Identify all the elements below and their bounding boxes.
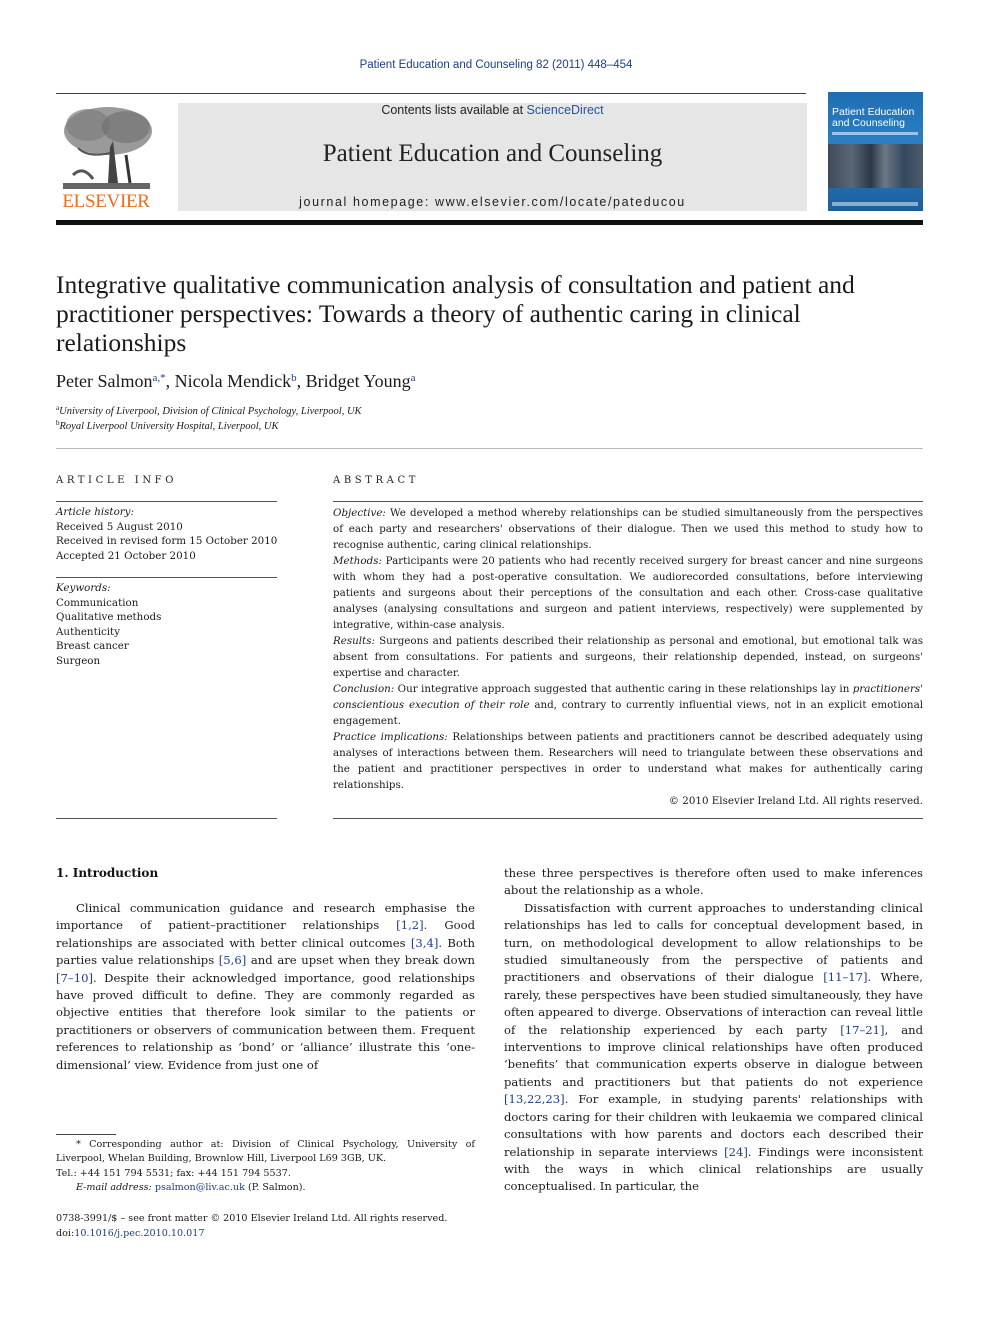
email-label: E-mail address: [76,1182,155,1194]
body-text: . Despite their acknowledged importance,… [56,970,475,1072]
history-item: Received 5 August 2010 [56,520,183,533]
article-title: Integrative qualitative communication an… [56,270,855,357]
divider [333,501,923,502]
citation-link[interactable]: [11–17] [823,970,867,984]
elsevier-logo[interactable]: ELSEVIER [56,103,156,213]
body-text: and are upset when they break down [246,953,475,968]
contents-line: Contents lists available at ScienceDirec… [178,103,807,117]
elsevier-wordmark: ELSEVIER [62,191,150,212]
citation-link[interactable]: [1,2] [396,918,423,932]
email-suffix: (P. Salmon). [244,1182,306,1194]
abstract-copyright: © 2010 Elsevier Ireland Ltd. All rights … [668,795,923,807]
keyword: Breast cancer [56,640,129,653]
abstract-heading: ABSTRACT [333,475,419,486]
keywords: Keywords: Communication Qualitative meth… [56,581,281,669]
running-head[interactable]: Patient Education and Counseling 82 (201… [0,59,992,71]
keyword: Communication [56,596,139,609]
doi-line: doi:10.1016/j.pec.2010.10.017 [56,1227,486,1242]
keyword: Qualitative methods [56,611,162,624]
author-affil-link[interactable]: b [291,372,297,384]
affiliation-text: Royal Liverpool University Hospital, Liv… [59,421,279,432]
body-paragraph: Clinical communication guidance and rese… [56,900,475,1074]
author-list: Peter Salmona,*, Nicola Mendickb, Bridge… [56,371,416,391]
abstract-body: Objective: We developed a method whereby… [333,505,923,809]
divider [333,818,923,819]
section-heading-introduction: 1. Introduction [56,866,159,880]
divider [56,501,277,502]
abstract-results: Results: Surgeons and patients described… [333,633,923,681]
results-label: Results: [333,635,375,647]
email-link[interactable]: psalmon@liv.ac.uk [155,1182,245,1193]
footnote-address: * Corresponding author at: Division of C… [56,1139,475,1165]
citation-link[interactable]: [24] [724,1145,748,1159]
journal-cover-image[interactable]: Patient Education and Counseling [828,92,923,211]
objective-text: We developed a method whereby relationsh… [333,507,923,551]
citation-link[interactable]: [13,22,23] [504,1092,565,1106]
cover-title: Patient Education and Counseling [832,106,915,129]
issn-line: 0738-3991/$ – see front matter © 2010 El… [56,1213,448,1224]
conclusion-text: Our integrative approach suggested that … [394,683,853,695]
affiliation: aUniversity of Liverpool, Division of Cl… [56,404,362,417]
methods-label: Methods: [333,555,382,567]
objective-label: Objective: [333,507,386,519]
citation-link[interactable]: [7–10] [56,971,93,985]
citation-link[interactable]: [5,6] [219,953,246,967]
body-paragraph: these three perspectives is therefore of… [504,866,923,898]
article-history: Article history: Received 5 August 2010 … [56,505,281,563]
cover-subtitle-bar [832,132,918,135]
footnote-email: E-mail address: psalmon@liv.ac.uk (P. Sa… [56,1181,475,1195]
homepage-link[interactable]: www.elsevier.com/locate/pateducou [435,195,686,209]
abstract-methods: Methods: Participants were 20 patients w… [333,553,923,633]
author-name: Peter Salmon [56,371,153,391]
cover-photo-strip [828,144,923,188]
front-matter: 0738-3991/$ – see front matter © 2010 El… [56,1212,486,1241]
doi-label: doi: [56,1227,75,1239]
affiliation-text: University of Liverpool, Division of Cli… [59,406,362,417]
elsevier-tree-icon [58,103,154,191]
divider [56,818,277,819]
keyword: Surgeon [56,654,101,667]
abstract-objective: Objective: We developed a method whereby… [333,505,923,553]
author-name: Nicola Mendick [174,371,292,391]
cover-footer-bar [832,202,918,206]
history-item: Received in revised form 15 October 2010 [56,535,278,548]
masthead-thick-rule [56,220,923,225]
article-info-heading: ARTICLE INFO [56,475,178,486]
footnote-phone: Tel.: +44 151 794 5531; fax: +44 151 794… [56,1167,291,1179]
author-affil-link[interactable]: a [411,372,416,384]
contents-prefix: Contents lists available at [381,103,527,117]
homepage-label: journal homepage: [299,195,435,209]
methods-text: Participants were 20 patients who had re… [333,555,923,631]
author-affil-link[interactable]: a,* [153,372,166,384]
history-item: Accepted 21 October 2010 [56,549,196,562]
abstract-practice: Practice implications: Relationships bet… [333,729,923,793]
doi-link[interactable]: 10.1016/j.pec.2010.10.017 [74,1228,204,1239]
footnote-rule [56,1134,116,1135]
keywords-label: Keywords: [56,582,111,594]
corresponding-author-footnote: * Corresponding author at: Division of C… [56,1138,475,1196]
practice-label: Practice implications: [333,731,448,743]
results-text: Surgeons and patients described their re… [333,635,923,679]
body-column-left: Clinical communication guidance and rese… [56,900,475,1074]
keyword: Authenticity [56,625,121,638]
top-rule [56,93,806,94]
body-paragraph: Dissatisfaction with current approaches … [504,900,923,1196]
journal-title: Patient Education and Counseling [322,140,663,167]
author-name: Bridget Young [305,371,411,391]
title-separator-rule [56,448,923,449]
history-label: Article history: [56,506,134,518]
divider [56,577,277,578]
journal-homepage: journal homepage: www.elsevier.com/locat… [178,195,807,209]
affiliation: bRoyal Liverpool University Hospital, Li… [56,419,279,432]
citation-link[interactable]: [3,4] [411,936,438,950]
sciencedirect-link[interactable]: ScienceDirect [527,103,604,117]
citation-link[interactable]: [17–21] [840,1023,884,1037]
conclusion-label: Conclusion: [333,683,395,695]
abstract-conclusion: Conclusion: Our integrative approach sug… [333,681,923,729]
body-column-right: these three perspectives is therefore of… [504,865,923,1196]
